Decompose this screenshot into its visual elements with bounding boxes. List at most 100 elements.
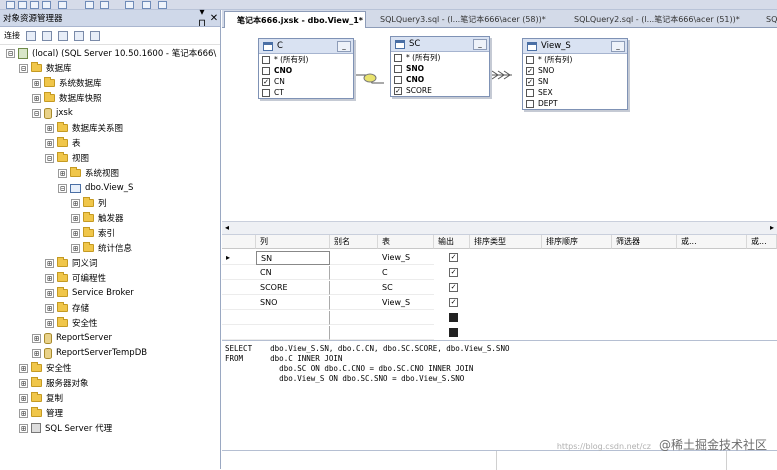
tab-sqlquery3[interactable]: SQLQuery3.sql - (l...笔记本666\acer (58))* — [368, 11, 560, 28]
tree-node[interactable]: ⊟ dbo.View_S — [58, 181, 133, 195]
tree-node[interactable]: ⊞ ReportServer — [32, 331, 112, 345]
column-row[interactable]: ✓ SN — [523, 76, 627, 87]
tree-node[interactable]: ⊞ Service Broker — [45, 286, 134, 300]
pin-icon[interactable]: ▾ ⊓ — [196, 7, 208, 29]
grid-row-selector[interactable]: ▸ — [222, 251, 256, 265]
close-icon[interactable]: ✕ — [208, 13, 220, 24]
column-row[interactable]: DEPT — [523, 98, 627, 109]
sql-pane[interactable]: SELECT dbo.View_S.SN, dbo.C.CN, dbo.SC.S… — [222, 340, 777, 450]
output-checkbox[interactable]: ✓ — [449, 268, 458, 277]
minimize-button[interactable]: _ — [337, 40, 351, 52]
scroll-right-icon[interactable]: ▸ — [770, 223, 774, 232]
tree-node[interactable]: ⊞ 可编程性 — [45, 271, 106, 285]
grid-cell-alias[interactable] — [330, 251, 378, 265]
expand-icon[interactable]: ⊞ — [19, 408, 28, 418]
toolbar-button-4[interactable] — [42, 1, 51, 9]
grid-column-header[interactable]: 或... — [677, 235, 747, 249]
expand-icon[interactable]: ⊞ — [45, 258, 54, 268]
expand-icon[interactable]: ⊞ — [19, 423, 28, 433]
output-checkbox[interactable] — [449, 313, 458, 322]
pane-splitter[interactable]: ◂ ▸ — [222, 221, 777, 235]
column-checkbox[interactable] — [526, 88, 534, 97]
tab-view-designer[interactable]: 笔记本666.jxsk - dbo.View_1* — [224, 11, 366, 28]
expand-icon[interactable]: ⊞ — [71, 228, 80, 238]
grid-column-header[interactable]: 或... — [747, 235, 777, 249]
column-checkbox[interactable] — [394, 53, 402, 62]
column-row[interactable]: * (所有列) — [523, 54, 627, 65]
tree-node[interactable]: ⊞ ReportServerTempDB — [32, 346, 147, 360]
grid-column-header[interactable]: 排序类型 — [470, 235, 542, 249]
tree-node[interactable]: ⊞ 存储 — [45, 301, 89, 315]
grid-cell-table[interactable]: C — [378, 266, 434, 280]
grid-cell-table[interactable]: SC — [378, 281, 434, 295]
expand-icon[interactable]: ⊞ — [71, 243, 80, 253]
collapse-icon[interactable]: ⊟ — [58, 183, 67, 193]
tree-node[interactable]: ⊞ 同义词 — [45, 256, 98, 270]
tree-node[interactable]: ⊞ 管理 — [19, 406, 63, 420]
grid-row-selector[interactable] — [222, 266, 256, 280]
tree-node[interactable]: ⊟ 数据库 — [19, 61, 72, 75]
expand-icon[interactable]: ⊞ — [45, 273, 54, 283]
minimize-button[interactable]: _ — [473, 38, 487, 50]
column-checkbox[interactable] — [394, 64, 402, 73]
toolbar-button-7[interactable] — [100, 1, 109, 9]
tab-sqlquery2[interactable]: SQLQuery2.sql - (l...笔记本666\acer (51))* — [562, 11, 752, 28]
column-row[interactable]: SEX — [523, 87, 627, 98]
grid-row-selector[interactable] — [222, 326, 256, 340]
column-row[interactable]: CNO — [391, 74, 489, 85]
grid-cell-alias[interactable] — [330, 281, 378, 295]
grid-cell-table[interactable] — [378, 311, 434, 325]
expand-icon[interactable]: ⊞ — [45, 318, 54, 328]
column-checkbox[interactable] — [262, 88, 270, 97]
table-box-sc[interactable]: SC _ * (所有列) SNO CNO ✓ SCORE — [390, 36, 490, 97]
grid-cell-col[interactable]: SCORE — [256, 281, 330, 295]
expand-icon[interactable]: ⊞ — [71, 213, 80, 223]
grid-cell-col[interactable]: CN — [256, 266, 330, 280]
connect-icon[interactable] — [26, 30, 36, 41]
tree-node[interactable]: ⊞ 列 — [71, 196, 107, 210]
column-row[interactable]: ✓ SNO — [523, 65, 627, 76]
grid-cell-col[interactable]: SN — [256, 251, 330, 265]
toolbar-button-5[interactable] — [58, 1, 67, 9]
tree-node[interactable]: ⊟ (local) (SQL Server 10.50.1600 - 笔记本666… — [6, 46, 216, 60]
expand-icon[interactable]: ⊞ — [45, 288, 54, 298]
tree-node[interactable]: ⊞ 数据库快照 — [32, 91, 102, 105]
tree-node[interactable]: ⊞ 系统数据库 — [32, 76, 102, 90]
column-row[interactable]: CT — [259, 87, 353, 98]
toolbar-button-3[interactable] — [30, 1, 39, 9]
grid-cell-col[interactable] — [256, 311, 330, 325]
grid-column-header[interactable]: 排序顺序 — [542, 235, 612, 249]
toolbar-button-10[interactable] — [158, 1, 167, 9]
disconnect-icon[interactable] — [42, 30, 52, 41]
toolbar-button-6[interactable] — [85, 1, 94, 9]
grid-cell-col[interactable] — [256, 326, 330, 340]
expand-icon[interactable]: ⊞ — [45, 123, 54, 133]
table-box-c[interactable]: C _ * (所有列) CNO ✓ CN CT — [258, 38, 354, 99]
grid-column-header[interactable]: 列 — [256, 235, 330, 249]
tree-node[interactable]: ⊞ 复制 — [19, 391, 63, 405]
tree-node[interactable]: ⊞ 触发器 — [71, 211, 124, 225]
expand-icon[interactable]: ⊞ — [32, 348, 41, 358]
expand-icon[interactable]: ⊞ — [45, 303, 54, 313]
column-checkbox[interactable]: ✓ — [526, 77, 534, 86]
expand-icon[interactable]: ⊞ — [19, 378, 28, 388]
expand-icon[interactable]: ⊞ — [71, 198, 80, 208]
tree-node[interactable]: ⊞ 统计信息 — [71, 241, 132, 255]
connect-button[interactable]: 连接 — [4, 30, 20, 41]
column-row[interactable]: SNO — [391, 63, 489, 74]
expand-icon[interactable]: ⊞ — [19, 363, 28, 373]
grid-cell-table[interactable] — [378, 326, 434, 340]
tree-node[interactable]: ⊞ 服务器对象 — [19, 376, 89, 390]
grid-cell-table[interactable]: View_S — [378, 296, 434, 310]
stop-icon[interactable] — [58, 30, 68, 41]
toolbar-button-8[interactable] — [125, 1, 134, 9]
table-box-view-s[interactable]: View_S _ * (所有列) ✓ SNO ✓ SN SEX DEPT — [522, 38, 628, 110]
refresh-icon[interactable] — [90, 30, 100, 41]
column-row[interactable]: * (所有列) — [259, 54, 353, 65]
tree-node[interactable]: ⊞ 安全性 — [19, 361, 72, 375]
grid-column-header[interactable]: 筛选器 — [612, 235, 677, 249]
grid-column-header[interactable]: 别名 — [330, 235, 378, 249]
expand-icon[interactable]: ⊞ — [45, 138, 54, 148]
grid-cell-table[interactable]: View_S — [378, 251, 434, 265]
scroll-left-icon[interactable]: ◂ — [225, 223, 229, 232]
